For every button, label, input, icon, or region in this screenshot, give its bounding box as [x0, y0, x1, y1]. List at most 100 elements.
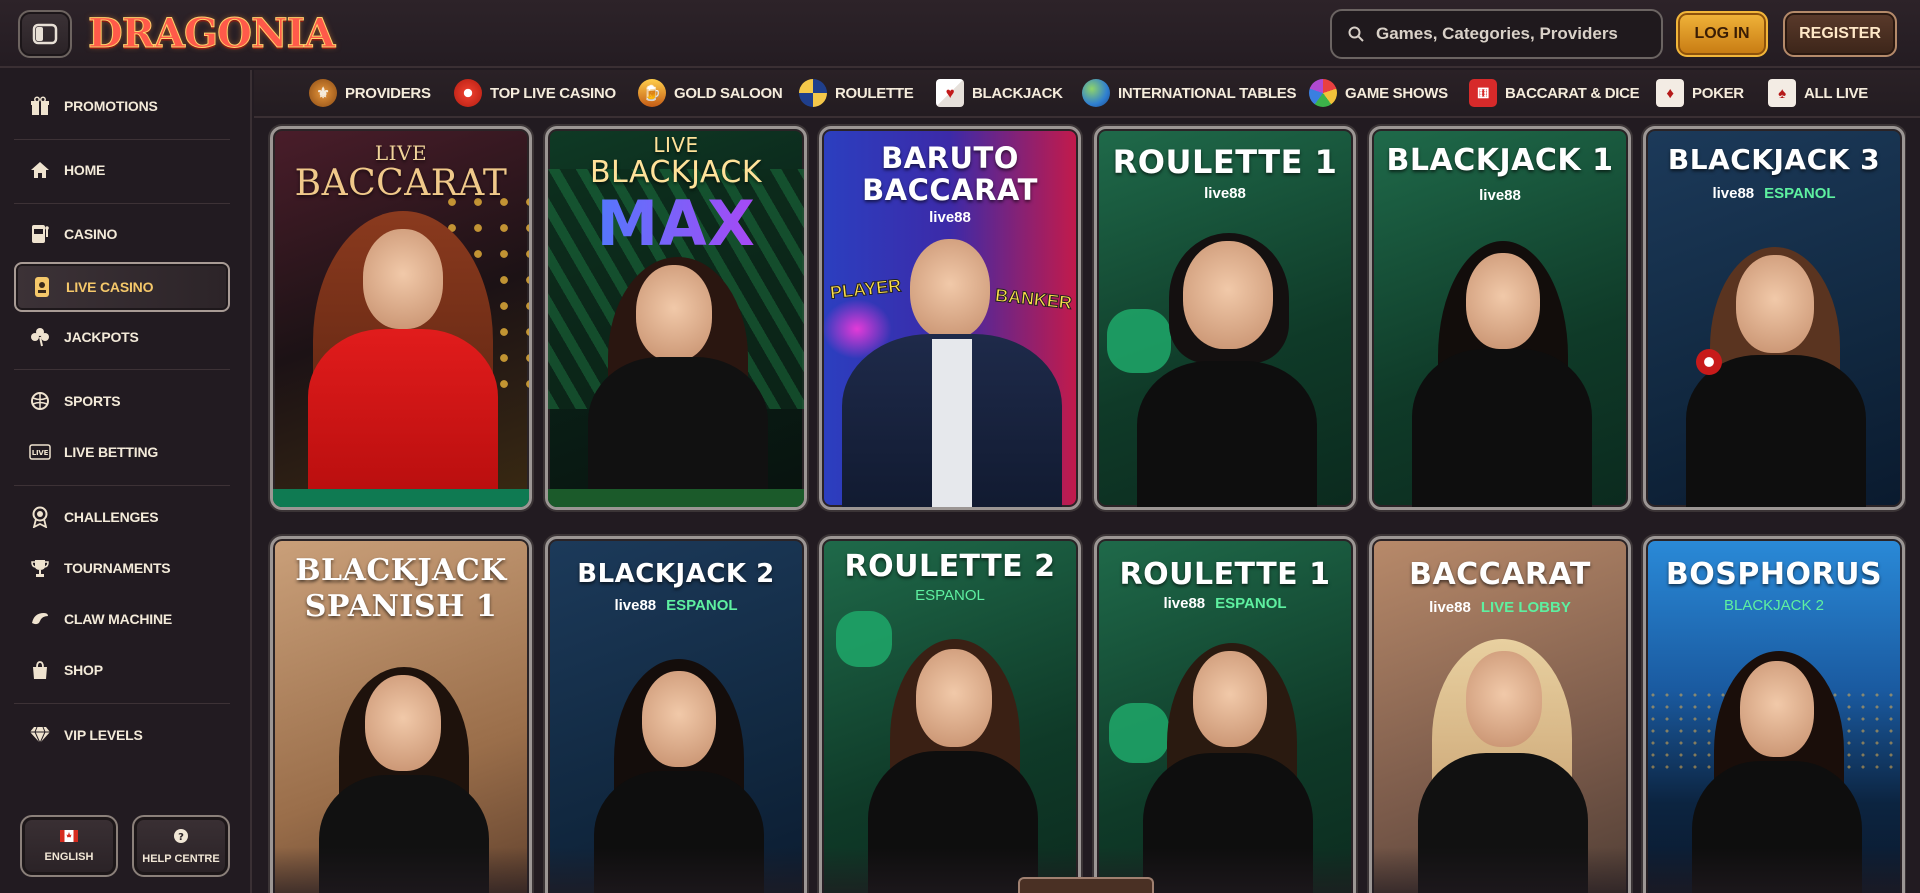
wheel-icon	[1309, 79, 1337, 107]
sidebar-item-label: CASINO	[64, 226, 118, 242]
cards-icon: ♥	[936, 79, 964, 107]
help-centre-button[interactable]: ? HELP CENTRE	[132, 815, 230, 877]
slot-machine-icon	[28, 222, 52, 246]
sidebar-item-live-betting[interactable]: LIVE LIVE BETTING	[14, 430, 230, 474]
sidebar-divider	[14, 203, 230, 204]
canada-flag-icon	[60, 829, 78, 845]
home-icon	[28, 158, 52, 182]
game-card-blackjack-3[interactable]: BLACKJACK 3 live88 ESPANOL	[1643, 126, 1905, 510]
provider-label: live88	[1479, 187, 1521, 204]
load-more-tab[interactable]	[1018, 877, 1154, 893]
sidebar-item-home[interactable]: HOME	[14, 148, 230, 192]
svg-text:LIVE: LIVE	[32, 449, 49, 457]
register-button[interactable]: REGISTER	[1783, 11, 1897, 57]
sidebar-item-tournaments[interactable]: TOURNAMENTS	[14, 546, 230, 590]
provider-label: live88	[1204, 185, 1246, 202]
provider-label: live88 LIVE LOBBY	[1429, 599, 1571, 616]
sidebar-toggle-button[interactable]	[18, 10, 72, 58]
sidebar-item-claw-machine[interactable]: CLAW MACHINE	[14, 597, 230, 641]
sidebar-item-label: JACKPOTS	[64, 329, 139, 345]
provider-label: live88 ESPANOL	[1712, 185, 1836, 202]
game-card-blackjack-spanish-1[interactable]: BLACKJACK SPANISH 1	[270, 536, 532, 893]
sidebar-item-live-casino[interactable]: LIVE CASINO	[14, 262, 230, 312]
sidebar: PROMOTIONS HOME CASINO LIVE CASINO JACKP…	[0, 70, 252, 893]
category-international-tables[interactable]: INTERNATIONAL TABLES	[1082, 79, 1296, 107]
sidebar-item-label: PROMOTIONS	[64, 98, 158, 114]
sidebar-item-promotions[interactable]: PROMOTIONS	[14, 84, 230, 128]
game-card-blackjack-2[interactable]: BLACKJACK 2 live88 ESPANOL	[545, 536, 807, 893]
clover-icon	[28, 325, 52, 349]
category-nav: ⚜ PROVIDERS TOP LIVE CASINO 🍺 GOLD SALOO…	[254, 70, 1920, 118]
sidebar-divider	[14, 139, 230, 140]
search-input[interactable]	[1376, 24, 1656, 44]
live-casino-icon	[30, 275, 54, 299]
poker-chip-icon	[454, 79, 482, 107]
game-card-roulette-1[interactable]: ROULETTE 1 live88	[1094, 126, 1356, 510]
game-card-blackjack-max[interactable]: LIVE BLACKJACK MAX	[545, 126, 807, 510]
category-poker[interactable]: ♦ POKER	[1656, 79, 1744, 107]
providers-icon: ⚜	[309, 79, 337, 107]
sidebar-divider	[14, 485, 230, 486]
game-card-blackjack-1[interactable]: BLACKJACK 1 live88	[1369, 126, 1631, 510]
sidebar-item-label: SPORTS	[64, 393, 121, 409]
help-label: HELP CENTRE	[142, 852, 220, 865]
sidebar-item-vip-levels[interactable]: VIP LEVELS	[14, 713, 230, 757]
sidebar-item-jackpots[interactable]: JACKPOTS	[14, 315, 230, 359]
category-gold-saloon[interactable]: 🍺 GOLD SALOON	[638, 79, 783, 107]
all-live-icon: ♠	[1768, 79, 1796, 107]
sidebar-item-label: HOME	[64, 162, 106, 178]
sidebar-item-label: TOURNAMENTS	[64, 560, 171, 576]
sidebar-item-label: SHOP	[64, 662, 103, 678]
svg-text:?: ?	[178, 832, 184, 843]
sidebar-item-label: VIP LEVELS	[64, 727, 143, 743]
game-card-roulette-2[interactable]: ROULETTE 2 ESPANOL	[819, 536, 1081, 893]
sidebar-item-challenges[interactable]: CHALLENGES	[14, 495, 230, 539]
sidebar-item-label: LIVE CASINO	[66, 279, 154, 295]
sidebar-divider	[14, 703, 230, 704]
help-icon: ?	[173, 828, 189, 847]
sidebar-divider	[14, 369, 230, 370]
diamond-icon	[28, 723, 52, 747]
sidebar-item-casino[interactable]: CASINO	[14, 212, 230, 256]
sidebar-item-label: LIVE BETTING	[64, 444, 159, 460]
category-baccarat-dice[interactable]: ⚅ BACCARAT & DICE	[1469, 79, 1640, 107]
dragonia-logo[interactable]: DRAGONIA	[87, 8, 335, 60]
saloon-icon: 🍺	[638, 79, 666, 107]
game-card-live-baccarat[interactable]: LIVE BACCARAT	[270, 126, 532, 510]
category-roulette[interactable]: ROULETTE	[799, 79, 914, 107]
claw-icon	[28, 607, 52, 631]
language-label: ESPANOL	[915, 587, 985, 604]
category-providers[interactable]: ⚜ PROVIDERS	[309, 79, 431, 107]
sidebar-item-label: CHALLENGES	[64, 509, 159, 525]
poker-cards-icon: ♦	[1656, 79, 1684, 107]
sidebar-item-label: CLAW MACHINE	[64, 611, 173, 627]
search-bar[interactable]	[1330, 9, 1663, 59]
dice-icon: ⚅	[1469, 79, 1497, 107]
roulette-icon	[799, 79, 827, 107]
game-card-baruto-baccarat[interactable]: BARUTO BACCARAT live88 PLAYER BANKER	[819, 126, 1081, 510]
provider-label: live88 ESPANOL	[614, 597, 738, 614]
login-button[interactable]: LOG IN	[1676, 11, 1768, 57]
live-badge-icon: LIVE	[28, 440, 52, 464]
top-header: DRAGONIA LOG IN REGISTER	[0, 0, 1920, 68]
game-card-bosphorus[interactable]: BOSPHORUS BLACKJACK 2	[1643, 536, 1905, 893]
provider-label: live88	[929, 209, 971, 226]
game-grid: LIVE BACCARAT LIVE BLACKJACK MAX BARUTO …	[266, 124, 1906, 893]
globe-icon	[1082, 79, 1110, 107]
badge-icon	[28, 505, 52, 529]
game-card-baccarat-live-lobby[interactable]: BACCARAT live88 LIVE LOBBY	[1369, 536, 1631, 893]
category-all-live[interactable]: ♠ ALL LIVE	[1768, 79, 1868, 107]
bag-icon	[28, 658, 52, 682]
language-label: BLACKJACK 2	[1723, 597, 1825, 614]
category-game-shows[interactable]: GAME SHOWS	[1309, 79, 1448, 107]
category-blackjack[interactable]: ♥ BLACKJACK	[936, 79, 1063, 107]
search-icon	[1348, 26, 1364, 42]
gift-icon	[28, 94, 52, 118]
category-top-live-casino[interactable]: TOP LIVE CASINO	[454, 79, 616, 107]
ball-icon	[28, 389, 52, 413]
language-button[interactable]: ENGLISH	[20, 815, 118, 877]
provider-label: live88 ESPANOL	[1163, 595, 1287, 612]
game-card-roulette-1-espanol[interactable]: ROULETTE 1 live88 ESPANOL	[1094, 536, 1356, 893]
sidebar-item-shop[interactable]: SHOP	[14, 648, 230, 692]
sidebar-item-sports[interactable]: SPORTS	[14, 379, 230, 423]
